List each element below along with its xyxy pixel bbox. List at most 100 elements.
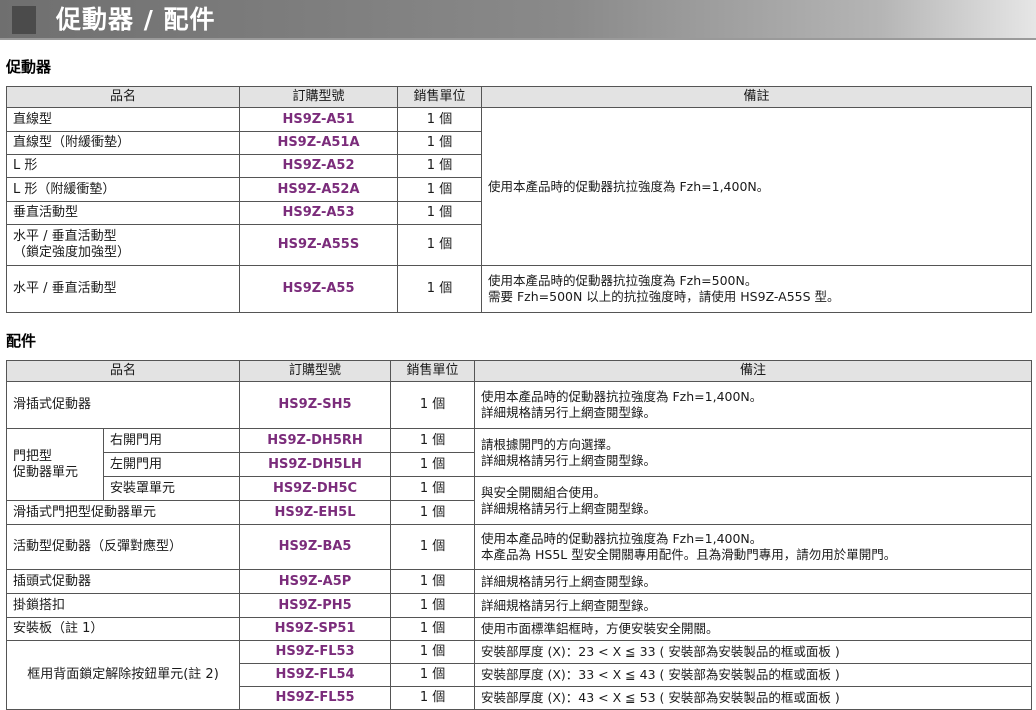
table-row: 掛鎖搭扣 HS9Z-PH5 1 個 詳細規格請另行上網查閱型錄。 (5, 593, 1033, 618)
header-name: 品名 (5, 360, 241, 382)
order-model: HS9Z-BA5 (239, 524, 392, 570)
product-name: 垂直活動型 (6, 201, 240, 225)
table-row: 直線型 HS9Z-A51 1 個 使用本產品時的促動器抗拉強度為 Fzh=1,4… (6, 107, 1032, 266)
note-cell: 使用本產品時的促動器抗拉強度為 Fzh=1,400N。 詳細規格請另行上網查閱型… (474, 381, 1033, 429)
order-model: HS9Z-A51A (239, 131, 398, 155)
order-model: HS9Z-A5P (239, 569, 392, 594)
sales-unit: 1 個 (397, 265, 482, 313)
order-model: HS9Z-A52A (239, 177, 398, 202)
order-model: HS9Z-A53 (239, 201, 398, 225)
note-line1: 請根據開門的方向選擇。 (481, 436, 619, 452)
note-cell: 安裝部厚度 (X)：43 < X ≦ 53 ( 安裝部為安裝製品的框或面板 ) (474, 686, 1033, 710)
sales-unit: 1 個 (390, 524, 476, 570)
table-row: 安裝罩單元 HS9Z-DH5C 1 個 與安全開關組合使用。 詳細規格請另行上網… (7, 476, 1033, 525)
note-line2: 本產品為 HS5L 型安全開關專用配件。且為滑動門專用，請勿用於單開門。 (481, 547, 897, 562)
note-line2: 詳細規格請另行上網查閱型錄。 (481, 405, 657, 420)
sales-unit: 1 個 (390, 686, 476, 710)
sales-unit: 1 個 (390, 500, 476, 525)
note-cell: 安裝部厚度 (X)：33 < X ≦ 43 ( 安裝部為安裝製品的框或面板 ) (474, 663, 1033, 687)
table-row: 框用背面鎖定解除按鈕單元(註 2) HS9Z-FL53 1 個 安裝部厚度 (X… (5, 640, 1033, 710)
banner-mark (12, 6, 36, 34)
header-unit: 銷售單位 (397, 86, 482, 108)
note-cell: 詳細規格請另行上網查閱型錄。 (474, 569, 1033, 594)
table-header-row: 品名 訂購型號 銷售單位 備註 (6, 86, 1032, 108)
table-row: 滑插式促動器 HS9Z-SH5 1 個 使用本產品時的促動器抗拉強度為 Fzh=… (5, 381, 1033, 429)
sales-unit: 1 個 (390, 381, 476, 429)
product-subname: 左開門用 (102, 452, 241, 477)
sales-unit: 1 個 (390, 640, 476, 664)
product-name: 框用背面鎖定解除按鈕單元(註 2) (5, 640, 241, 710)
product-name: 插頭式促動器 (5, 569, 241, 594)
sales-unit: 1 個 (390, 617, 476, 641)
product-name: 直線型（附緩衝墊） (6, 131, 240, 155)
sales-unit: 1 個 (390, 476, 476, 501)
order-model: HS9Z-A52 (239, 154, 398, 178)
note-cell: 使用本產品時的促動器抗拉強度為 Fzh=1,400N。 (481, 107, 1032, 266)
accessories-section-title: 配件 (6, 332, 37, 350)
note-cell: 安裝部厚度 (X)：23 < X ≦ 33 ( 安裝部為安裝製品的框或面板 ) (474, 640, 1033, 664)
note-cell: 與安全開關組合使用。 詳細規格請另行上網查閱型錄。 (474, 476, 1033, 525)
header-note: 備註 (481, 86, 1032, 108)
sales-unit: 1 個 (397, 131, 482, 155)
product-group-name: 門把型 促動器單元 (6, 428, 104, 501)
actuators-table: 品名 訂購型號 銷售單位 備註 直線型 HS9Z-A51 1 個 使用本產品時的… (6, 86, 1032, 313)
product-name-line2: （鎖定強度加強型） (13, 245, 131, 260)
order-model: HS9Z-SP51 (239, 617, 392, 641)
note-line1: 使用本產品時的促動器抗拉強度為 Fzh=500N。 (488, 273, 758, 288)
product-name-line1: 水平 / 垂直活動型 (13, 229, 117, 244)
note-line2: 需要 Fzh=500N 以上的抗拉強度時，請使用 HS9Z-A55S 型。 (488, 289, 840, 304)
sales-unit: 1 個 (390, 569, 476, 594)
order-model: HS9Z-DH5LH (239, 452, 392, 477)
product-name: 活動型促動器（反彈對應型） (5, 524, 241, 570)
note-cell: 詳細規格請另行上網查閱型錄。 (474, 593, 1033, 618)
product-name: 滑插式促動器 (5, 381, 241, 429)
product-name: L 形 (6, 154, 240, 178)
product-name: 掛鎖搭扣 (5, 593, 241, 618)
order-model: HS9Z-SH5 (239, 381, 392, 429)
sales-unit: 1 個 (397, 107, 482, 132)
note-cell: 使用本產品時的促動器抗拉強度為 Fzh=500N。 需要 Fzh=500N 以上… (481, 265, 1032, 313)
order-model: HS9Z-FL54 (239, 663, 392, 687)
product-name: 直線型 (6, 107, 240, 132)
table-header-row: 品名 訂購型號 銷售單位 備注 (5, 360, 1033, 382)
note-line2: 詳細規格請另行上網查閱型錄。 (481, 500, 657, 516)
sales-unit: 1 個 (397, 201, 482, 225)
note-line1: 使用本產品時的促動器抗拉強度為 Fzh=1,400N。 (481, 389, 763, 404)
table-row: 安裝板（註 1） HS9Z-SP51 1 個 使用市面標準鋁框時，方便安裝安全開… (5, 617, 1033, 641)
product-subname: 右開門用 (102, 428, 241, 453)
header-unit: 銷售單位 (390, 360, 476, 382)
table-row: 水平 / 垂直活動型 HS9Z-A55 1 個 使用本產品時的促動器抗拉強度為 … (6, 265, 1032, 313)
table-row: 插頭式促動器 HS9Z-A5P 1 個 詳細規格請另行上網查閱型錄。 (5, 569, 1033, 594)
note-line2: 詳細規格請另行上網查閱型錄。 (481, 452, 657, 468)
sales-unit: 1 個 (397, 224, 482, 266)
header-model: 訂購型號 (239, 360, 392, 382)
note-line1: 使用本產品時的促動器抗拉強度為 Fzh=1,400N。 (481, 531, 763, 546)
sales-unit: 1 個 (397, 154, 482, 178)
order-model: HS9Z-DH5RH (239, 428, 392, 453)
page-title: 促動器 / 配件 (56, 5, 216, 34)
order-model: HS9Z-PH5 (239, 593, 392, 618)
accessories-table: 品名 訂購型號 銷售單位 備注 滑插式促動器 HS9Z-SH5 1 個 使用本產… (5, 360, 1033, 710)
header-model: 訂購型號 (239, 86, 398, 108)
group-name-line1: 門把型 (13, 448, 53, 464)
product-subname: 安裝罩單元 (102, 476, 241, 501)
note-cell: 請根據開門的方向選擇。 詳細規格請另行上網查閱型錄。 (474, 428, 1033, 477)
order-model: HS9Z-FL55 (239, 686, 392, 710)
product-name: 滑插式門把型促動器單元 (5, 500, 241, 525)
note-cell: 使用本產品時的促動器抗拉強度為 Fzh=1,400N。 本產品為 HS5L 型安… (474, 524, 1033, 570)
table-row: 活動型促動器（反彈對應型） HS9Z-BA5 1 個 使用本產品時的促動器抗拉強… (5, 524, 1033, 570)
product-name: 水平 / 垂直活動型 （鎖定強度加強型） (6, 224, 240, 266)
header-name: 品名 (6, 86, 240, 108)
sales-unit: 1 個 (390, 663, 476, 687)
order-model: HS9Z-FL53 (239, 640, 392, 664)
product-name: 水平 / 垂直活動型 (6, 265, 240, 313)
note-cell: 使用市面標準鋁框時，方便安裝安全開關。 (474, 617, 1033, 641)
order-model: HS9Z-DH5C (239, 476, 392, 501)
group-name-line2: 促動器單元 (13, 464, 79, 480)
sales-unit: 1 個 (390, 593, 476, 618)
sales-unit: 1 個 (390, 428, 476, 453)
header-note: 備注 (474, 360, 1033, 382)
page-banner: 促動器 / 配件 (0, 0, 1036, 40)
order-model: HS9Z-A51 (239, 107, 398, 132)
order-model: HS9Z-A55 (239, 265, 398, 313)
